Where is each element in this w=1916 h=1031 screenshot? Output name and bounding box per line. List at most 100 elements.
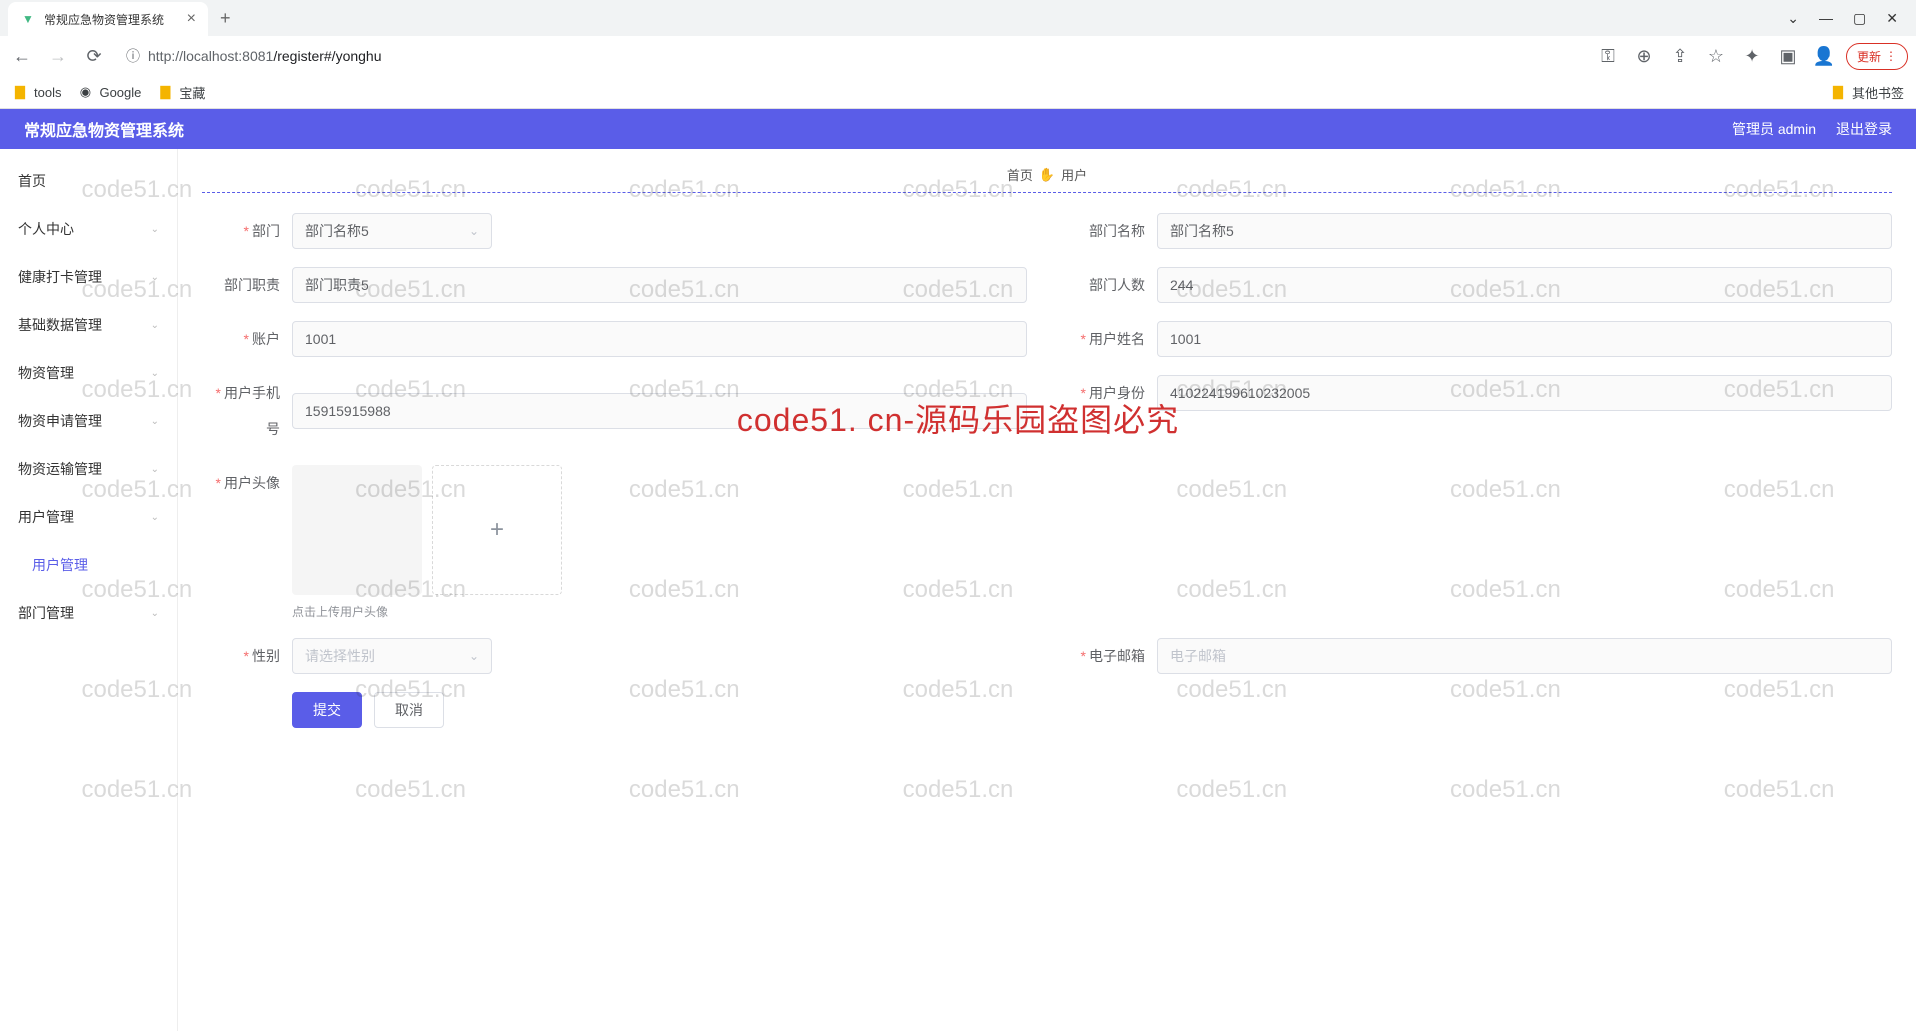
address-bar[interactable]: ⓘ http://localhost:8081/register#/yonghu <box>116 41 1586 71</box>
dept-name-input[interactable] <box>1157 213 1892 249</box>
google-icon: ◉ <box>77 84 93 100</box>
other-bookmarks[interactable]: ▇其他书签 <box>1830 83 1904 102</box>
sidebar-item-user-mgmt-sub[interactable]: 用户管理 <box>0 541 177 589</box>
chevron-down-icon: ⌄ <box>151 464 159 475</box>
close-window-icon[interactable]: ✕ <box>1886 10 1898 27</box>
chevron-down-icon: ⌄ <box>469 649 479 663</box>
nav-bar: ← → ⟳ ⓘ http://localhost:8081/register#/… <box>0 36 1916 76</box>
user-form: *部门 部门名称5⌄ 部门名称 部门职责 部门人数 <box>202 213 1892 728</box>
sidebar: 首页 个人中心⌄ 健康打卡管理⌄ 基础数据管理⌄ 物资管理⌄ 物资申请管理⌄ 物… <box>0 149 178 1031</box>
label-gender: *性别 <box>202 638 292 674</box>
sidebar-item-health[interactable]: 健康打卡管理⌄ <box>0 253 177 301</box>
chevron-down-icon: ⌄ <box>151 272 159 283</box>
update-button[interactable]: 更新⋮ <box>1846 43 1908 70</box>
label-idcard: *用户身份 <box>1067 375 1157 411</box>
bookmark-tools[interactable]: ▇tools <box>12 84 61 100</box>
user-name-input[interactable] <box>1157 321 1892 357</box>
chevron-down-icon: ⌄ <box>151 224 159 235</box>
chevron-down-icon: ⌄ <box>151 512 159 523</box>
app-title: 常规应急物资管理系统 <box>24 117 184 141</box>
share-icon[interactable]: ⇪ <box>1666 42 1694 70</box>
user-label[interactable]: 管理员 admin <box>1732 119 1816 139</box>
cancel-button[interactable]: 取消 <box>374 692 444 728</box>
dept-select[interactable]: 部门名称5⌄ <box>292 213 492 249</box>
minimize-icon[interactable]: — <box>1819 10 1833 27</box>
zoom-icon[interactable]: ⊕ <box>1630 42 1658 70</box>
avatar-preview[interactable] <box>292 465 422 595</box>
logout-link[interactable]: 退出登录 <box>1836 119 1892 139</box>
sidebar-item-apply[interactable]: 物资申请管理⌄ <box>0 397 177 445</box>
key-icon[interactable]: ⚿ <box>1594 42 1622 70</box>
label-phone: *用户手机号 <box>202 375 292 447</box>
label-email: *电子邮箱 <box>1067 638 1157 674</box>
vue-favicon-icon: ▼ <box>20 11 36 27</box>
bookmark-google[interactable]: ◉Google <box>77 84 141 100</box>
extensions-icon[interactable]: ✦ <box>1738 42 1766 70</box>
label-dept-count: 部门人数 <box>1067 267 1157 303</box>
dept-duty-input[interactable] <box>292 267 1027 303</box>
app-body: 首页 个人中心⌄ 健康打卡管理⌄ 基础数据管理⌄ 物资管理⌄ 物资申请管理⌄ 物… <box>0 149 1916 1031</box>
plus-icon: + <box>490 516 504 544</box>
folder-icon: ▇ <box>157 84 173 100</box>
sidebar-item-user-mgmt[interactable]: 用户管理⌄ <box>0 493 177 541</box>
browser-chrome: ▼ 常规应急物资管理系统 × + ⌄ — ▢ ✕ ← → ⟳ ⓘ http://… <box>0 0 1916 109</box>
bookmark-star-icon[interactable]: ☆ <box>1702 42 1730 70</box>
sidebar-item-basic-data[interactable]: 基础数据管理⌄ <box>0 301 177 349</box>
close-tab-icon[interactable]: × <box>187 10 196 28</box>
folder-icon: ▇ <box>1830 84 1846 100</box>
tab-title: 常规应急物资管理系统 <box>44 11 164 28</box>
sidebar-item-home[interactable]: 首页 <box>0 157 177 205</box>
forward-button[interactable]: → <box>44 42 72 70</box>
gender-select[interactable]: 请选择性别⌄ <box>292 638 492 674</box>
app-header: 常规应急物资管理系统 管理员 admin 退出登录 <box>0 109 1916 149</box>
label-account: *账户 <box>202 321 292 357</box>
account-input[interactable] <box>292 321 1027 357</box>
browser-tab[interactable]: ▼ 常规应急物资管理系统 × <box>8 2 208 36</box>
label-dept-duty: 部门职责 <box>202 267 292 303</box>
sidebar-item-profile[interactable]: 个人中心⌄ <box>0 205 177 253</box>
main-content: 首页 ✋ 用户 *部门 部门名称5⌄ 部门名称 部门职责 <box>178 149 1916 1031</box>
label-avatar: *用户头像 <box>202 465 292 501</box>
new-tab-button[interactable]: + <box>208 8 243 29</box>
url-prefix: http:// <box>148 48 183 64</box>
avatar-upload-button[interactable]: + <box>432 465 562 595</box>
chevron-down-icon: ⌄ <box>151 608 159 619</box>
sidebar-item-materials[interactable]: 物资管理⌄ <box>0 349 177 397</box>
reload-button[interactable]: ⟳ <box>80 42 108 70</box>
label-dept-name: 部门名称 <box>1067 213 1157 249</box>
chevron-down-icon: ⌄ <box>151 368 159 379</box>
url-host: localhost:8081 <box>183 48 273 64</box>
breadcrumb-current: 用户 <box>1061 165 1087 184</box>
submit-button[interactable]: 提交 <box>292 692 362 728</box>
chevron-down-icon[interactable]: ⌄ <box>1787 10 1799 27</box>
email-input[interactable] <box>1157 638 1892 674</box>
upload-hint: 点击上传用户头像 <box>292 603 1892 620</box>
panel-icon[interactable]: ▣ <box>1774 42 1802 70</box>
sidebar-item-dept[interactable]: 部门管理⌄ <box>0 589 177 637</box>
breadcrumb-home[interactable]: 首页 <box>1007 165 1033 184</box>
folder-icon: ▇ <box>12 84 28 100</box>
divider <box>202 192 1892 193</box>
phone-input[interactable] <box>292 393 1027 429</box>
window-controls: ⌄ — ▢ ✕ <box>1787 10 1908 27</box>
breadcrumb-sep-icon: ✋ <box>1039 167 1055 183</box>
chevron-down-icon: ⌄ <box>469 224 479 238</box>
idcard-input[interactable] <box>1157 375 1892 411</box>
more-icon: ⋮ <box>1885 49 1897 63</box>
sidebar-item-transport[interactable]: 物资运输管理⌄ <box>0 445 177 493</box>
label-dept: *部门 <box>202 213 292 249</box>
bookmark-bar: ▇tools ◉Google ▇宝藏 ▇其他书签 <box>0 76 1916 108</box>
label-user-name: *用户姓名 <box>1067 321 1157 357</box>
bookmark-treasure[interactable]: ▇宝藏 <box>157 83 205 102</box>
chevron-down-icon: ⌄ <box>151 320 159 331</box>
dept-count-input[interactable] <box>1157 267 1892 303</box>
profile-icon[interactable]: 👤 <box>1810 42 1838 70</box>
maximize-icon[interactable]: ▢ <box>1853 10 1866 27</box>
back-button[interactable]: ← <box>8 42 36 70</box>
chevron-down-icon: ⌄ <box>151 416 159 427</box>
tab-bar: ▼ 常规应急物资管理系统 × + ⌄ — ▢ ✕ <box>0 0 1916 36</box>
breadcrumb: 首页 ✋ 用户 <box>202 165 1892 184</box>
url-path: /register#/yonghu <box>273 48 381 64</box>
nav-right: ⚿ ⊕ ⇪ ☆ ✦ ▣ 👤 更新⋮ <box>1594 42 1908 70</box>
info-icon: ⓘ <box>126 46 140 66</box>
